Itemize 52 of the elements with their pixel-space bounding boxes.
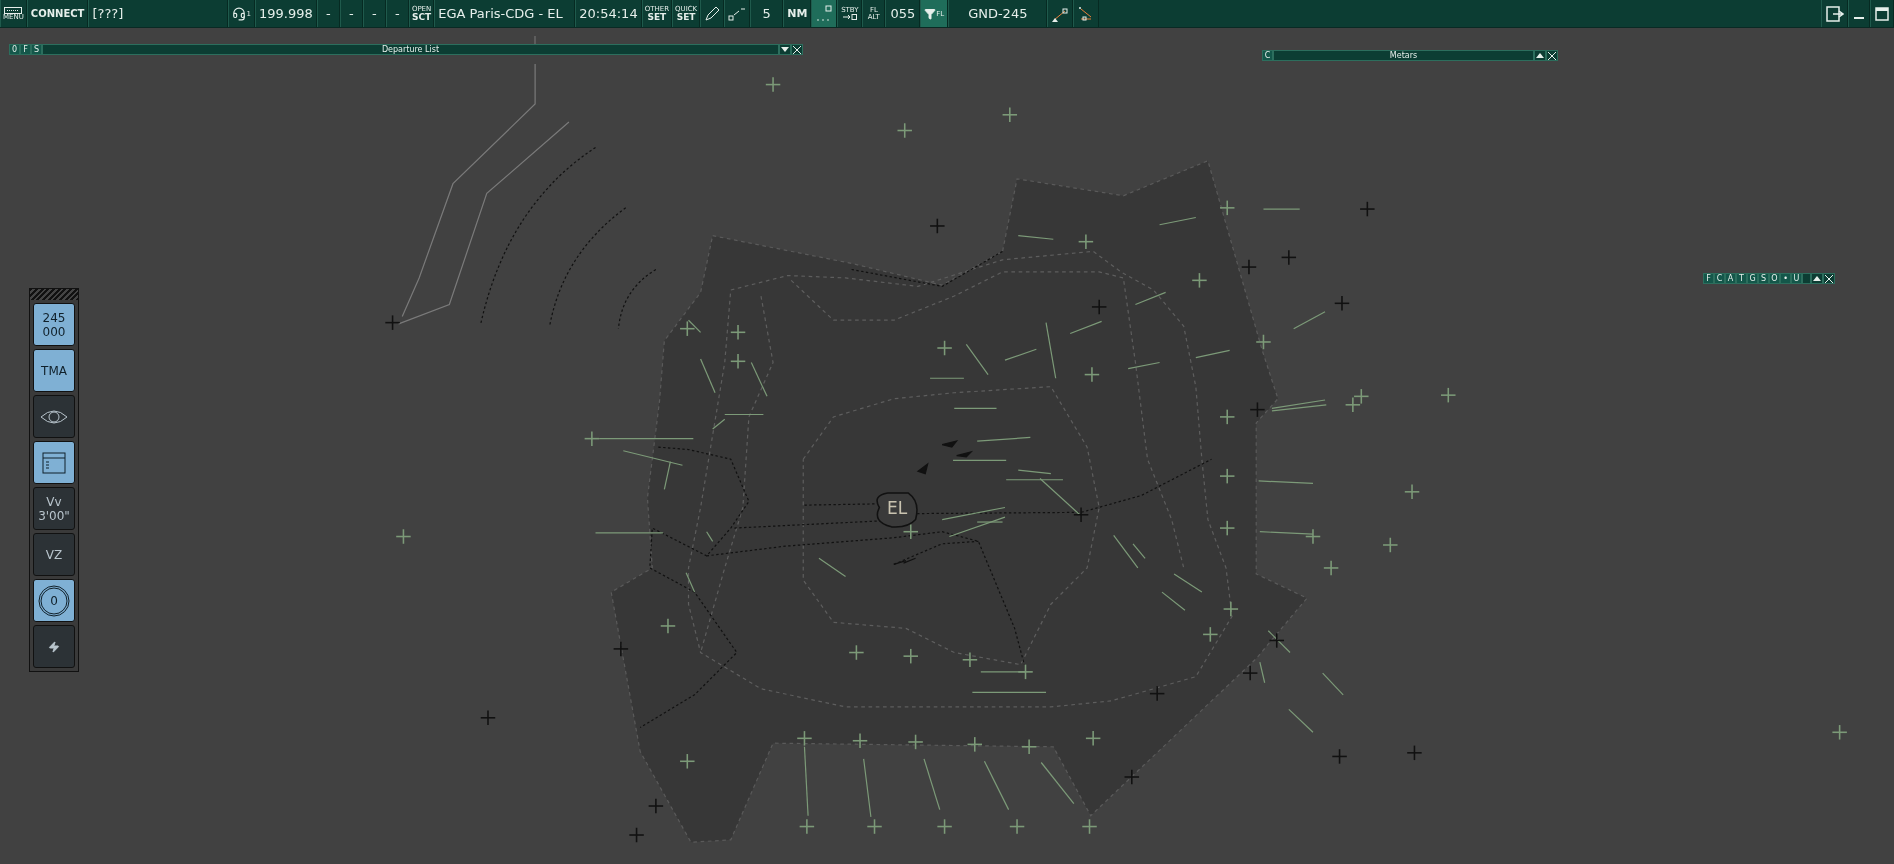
panel-grip[interactable] [30,289,78,300]
frequency-slot: - [362,0,386,27]
filter-toggle-button[interactable]: • [1780,273,1791,284]
toolbar-background [1802,273,1811,284]
maximize-icon[interactable] [1870,0,1894,27]
window-title: Metars [1273,50,1534,61]
window-button[interactable]: C [1262,50,1273,61]
line-tool-icon[interactable] [724,0,751,27]
sector-field: EGA Paris-CDG - EL [434,0,576,27]
panel-button[interactable]: VZ [33,533,75,576]
filter-toggle-button[interactable]: A [1725,273,1736,284]
connect-button[interactable]: CONNECT [26,0,89,27]
menu-icon [4,6,23,14]
position-field: GND-245 [948,0,1048,27]
frequency-field: 199.998 [254,0,317,27]
dots-icon[interactable] [811,0,838,27]
clock: 20:54:14 [575,0,642,27]
filter-toggle-button[interactable]: F [1703,273,1714,284]
range-value: 5 [750,0,784,27]
arrow-to-box-icon [842,14,857,20]
window-title: Departure List [42,44,779,55]
panel-button[interactable]: Vv 3'00" [33,487,75,530]
measure-icon[interactable] [1047,0,1074,27]
panel-button[interactable]: TMA [33,349,75,392]
eye-icon[interactable] [33,395,75,438]
close-icon[interactable] [791,44,803,55]
window-list-icon[interactable] [33,441,75,484]
range-ring-button[interactable]: 0 [33,579,75,622]
exit-icon[interactable] [1821,0,1848,27]
airport-label: EL [886,498,908,518]
collapse-icon[interactable] [1534,50,1546,61]
close-icon[interactable] [1546,50,1558,61]
filter-toggle-button[interactable]: T [1736,273,1747,284]
bolt-icon[interactable] [33,625,75,668]
headset-icon [232,6,247,21]
collapse-icon[interactable] [779,44,791,55]
close-icon[interactable] [1823,273,1835,284]
filter-toggle-button[interactable]: C [1714,273,1725,284]
minimize-icon[interactable] [1848,0,1870,27]
pen-icon[interactable] [700,0,725,27]
panel-button[interactable]: 245 000 [33,303,75,346]
route-icon[interactable] [1073,0,1100,27]
filter-icon [924,7,937,20]
frequency-slot: - [385,0,409,27]
callsign-field: [???] [88,0,229,27]
collapse-icon[interactable] [1811,273,1823,284]
frequency-slot: - [316,0,340,27]
waypoint-cross-icon [1831,724,1848,741]
list-filter-button[interactable]: 0 [9,44,20,55]
frequency-slot: - [339,0,363,27]
filter-toggle-button[interactable]: U [1791,273,1802,284]
list-filter-button[interactable]: F [20,44,31,55]
